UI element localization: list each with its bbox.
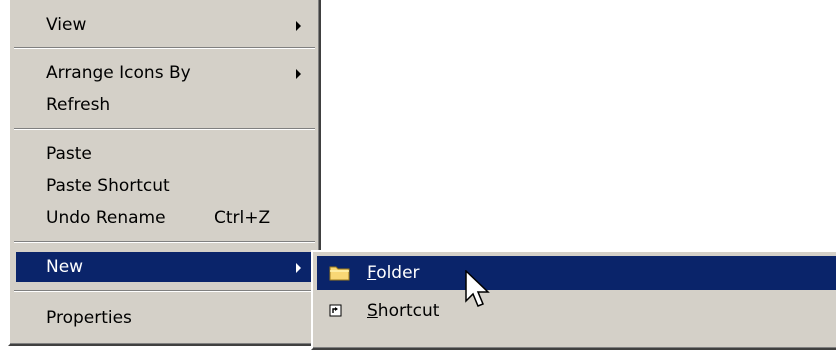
menu-item-label: Undo Rename [46,208,166,228]
menu-separator [14,47,315,49]
menu-item-paste[interactable]: Paste [16,139,313,169]
folder-icon [329,266,350,281]
menu-separator [14,241,315,243]
menu-item-new[interactable]: New [16,252,313,282]
menu-item-arrange-icons-by[interactable]: Arrange Icons By [16,58,313,88]
keyboard-shortcut: Ctrl+Z [214,208,271,228]
menu-item-label: New [46,257,84,277]
menu-item-label: View [46,15,87,35]
menu-item-view[interactable]: View [16,10,313,40]
submenu-item-label: Shortcut [367,301,440,321]
mouse-pointer-icon [465,270,490,307]
menu-item-properties[interactable]: Properties [16,303,313,333]
desktop-context-menu: View Arrange Icons By Refresh Paste Past… [8,0,321,346]
submenu-arrow-icon [296,69,301,79]
submenu-arrow-icon [296,263,301,273]
menu-item-undo-rename[interactable]: Undo Rename Ctrl+Z [16,203,313,233]
menu-item-refresh[interactable]: Refresh [16,90,313,120]
menu-item-label: Paste Shortcut [46,176,170,196]
submenu-item-folder[interactable]: Folder [317,256,836,290]
submenu-item-shortcut[interactable]: Shortcut [317,294,836,328]
shortcut-icon [329,304,342,317]
menu-item-label: Arrange Icons By [46,63,191,83]
menu-item-paste-shortcut[interactable]: Paste Shortcut [16,171,313,201]
menu-separator [14,128,315,130]
submenu-item-label: Folder [367,263,420,283]
menu-item-label: Paste [46,144,92,164]
menu-item-label: Refresh [46,95,111,115]
menu-separator [14,290,315,292]
submenu-arrow-icon [296,21,301,31]
new-submenu: Folder Shortcut [311,250,836,350]
menu-item-label: Properties [46,308,132,328]
